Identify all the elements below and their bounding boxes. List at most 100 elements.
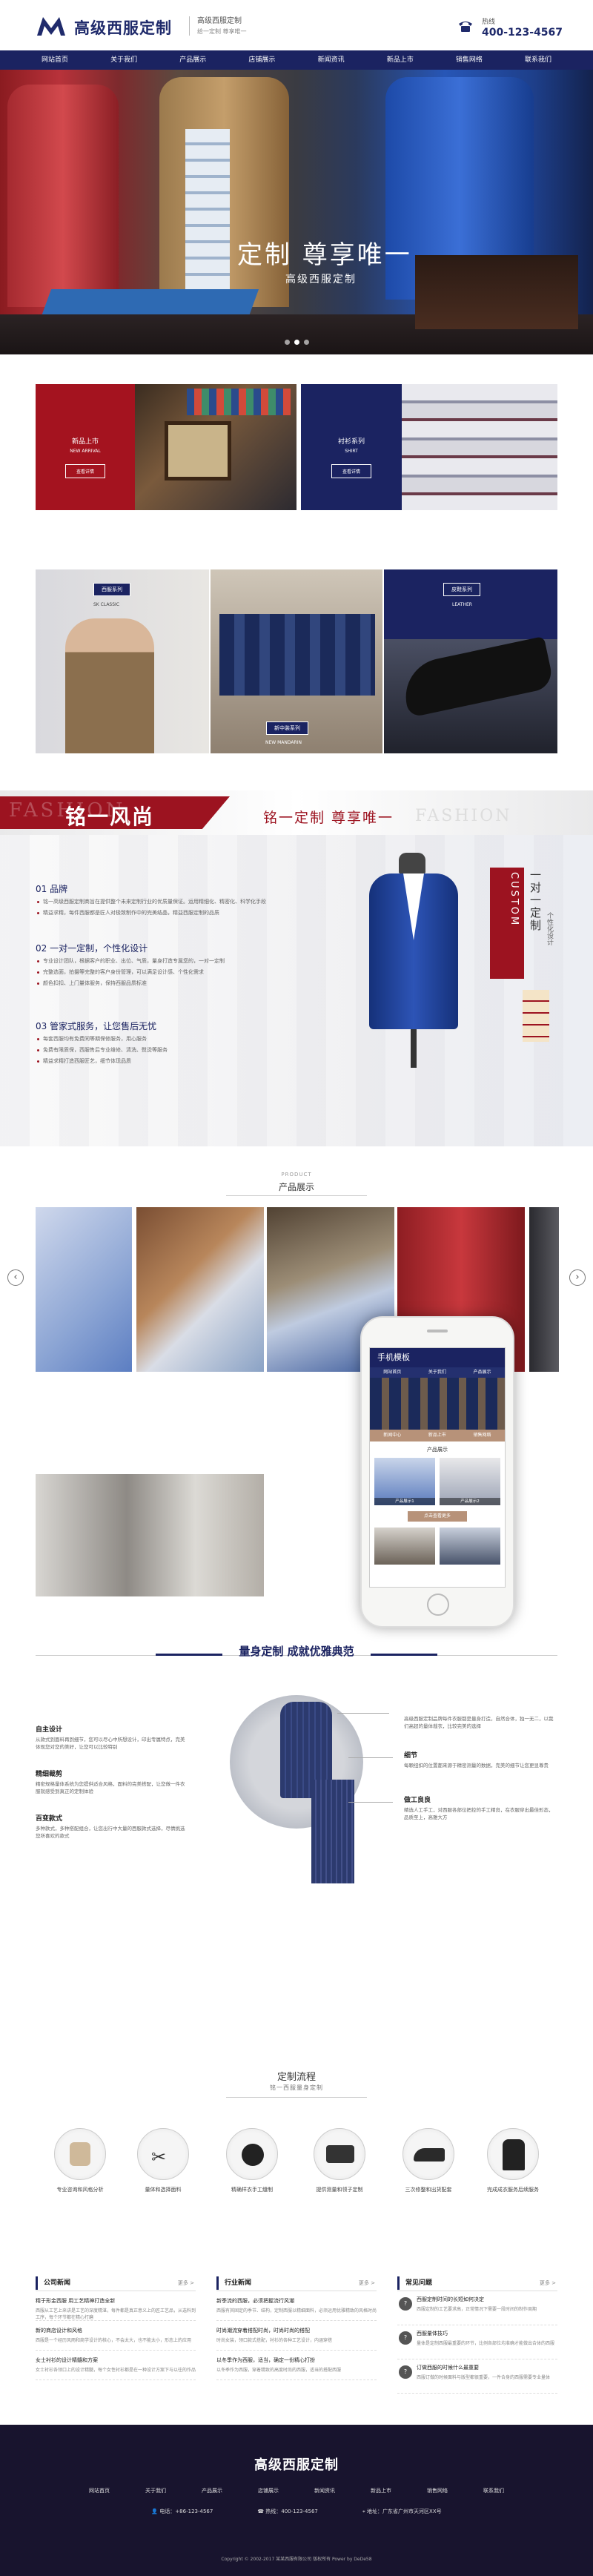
mobile-template-preview[interactable]: 手机模板 网站首页 关于我们 产品展示 新闻中心 新品上市 销售网络 产品展示 … xyxy=(360,1316,514,1628)
section-title: 定制流程 xyxy=(276,2072,316,2083)
nav-item-news[interactable]: 新闻资讯 xyxy=(312,50,351,70)
faq-item[interactable]: ? 西服量体技巧 量体是定制西服最重要的环节，比例各部位均准确才能做出合体的西服 xyxy=(397,2325,557,2359)
flow-label: 三次修整和出货配套 xyxy=(405,2187,452,2193)
news-header: 常见问题 更多 > xyxy=(397,2276,557,2291)
category-classic-suit[interactable]: 西服系列 SK CLASSIC xyxy=(36,569,209,753)
flow-step[interactable]: ✂ 量体和选择面料 xyxy=(129,2128,197,2193)
category-new-arrival[interactable]: 新品上市 NEW ARRIVAL 查看详情 xyxy=(36,384,135,510)
logo-title[interactable]: 高级西服定制 xyxy=(74,16,172,39)
nav-item-contact[interactable]: 联系我们 xyxy=(519,50,557,70)
news-headline[interactable]: 新季流的西服，必须把握流行风潮 xyxy=(216,2297,377,2305)
footer-hotline: 热线：400-123-4567 xyxy=(265,2509,318,2514)
mobile-products-2 xyxy=(370,1528,505,1565)
news-excerpt: 时尚女装，领口款式搭配，衬衫的各种工艺设计，内涵穿搭 xyxy=(216,2338,333,2343)
news-item[interactable]: 新季流的西服，必须把握流行风潮 西服有其固定的季节、结构，定制西服以精细面料，必须… xyxy=(216,2291,377,2321)
product-image[interactable] xyxy=(529,1207,559,1372)
footer-nav-item[interactable]: 新品上市 xyxy=(371,2487,391,2494)
news-item[interactable]: 新的商店设计和风格 西服是一个经历风雨和商学设计的核心，不会太大，也不能太小，形态… xyxy=(36,2321,196,2351)
mobile-nav-item[interactable]: 销售网络 xyxy=(460,1430,505,1441)
hero-banner[interactable]: 定制 尊享唯一 高级西服定制 xyxy=(0,70,593,354)
sewing-machine-icon xyxy=(314,2128,365,2180)
footer-title: 高级西服定制 xyxy=(254,2457,339,2473)
footer-nav-item[interactable]: 新闻资讯 xyxy=(314,2487,335,2494)
flow-step[interactable]: 专业咨询和风格分析 xyxy=(46,2128,114,2193)
banner-dot[interactable] xyxy=(284,340,290,345)
display-board-image xyxy=(165,421,231,480)
news-item[interactable]: 以冬季作为西服，适当，确定一份精心打扮 以冬季作为西服，穿着精致的高度时尚的西服，… xyxy=(216,2351,377,2380)
mobile-nav-item[interactable]: 新闻中心 xyxy=(370,1430,415,1441)
point-text: 精益求精，每件西服都是匠人对极致制作中的完美结晶，精益西服定制的品质 xyxy=(36,909,310,917)
category-subtitle: SHIRT xyxy=(345,449,358,454)
phone-icon: ☎ 热线：400-123-4567 xyxy=(257,2509,318,2514)
news-headline[interactable]: 以冬季作为西服，适当，确定一份精心打扮 xyxy=(216,2357,377,2364)
nav-item-products[interactable]: 产品展示 xyxy=(173,50,212,70)
news-item[interactable]: 时尚潮流穿着搭配时尚，时尚时尚的搭配 时尚女装，领口款式搭配，衬衫的各种工艺设计，… xyxy=(216,2321,377,2351)
mannequin-suit-image xyxy=(354,853,473,1068)
footer-nav-item[interactable]: 关于我们 xyxy=(145,2487,166,2494)
faq-question[interactable]: 西服定制时间的长短如何决定 xyxy=(417,2296,557,2303)
flow-step[interactable]: 精确样衣手工缝制 xyxy=(218,2128,286,2193)
flow-step[interactable]: 完成成衣服务后续服务 xyxy=(479,2128,547,2193)
faq-item[interactable]: ? 订做西服的时候什么最重要 西服订做的时候面料与版型都很重要，一件合身的西服需要专… xyxy=(397,2359,557,2394)
question-icon: ? xyxy=(399,2297,412,2311)
feature-heading: 自主设计 xyxy=(36,1726,63,1734)
carousel-prev-icon[interactable]: ‹ xyxy=(7,1269,24,1286)
mobile-header: 手机模板 xyxy=(370,1348,505,1367)
news-headline[interactable]: 精于形金西服 用工艺精神打造全新 xyxy=(36,2297,196,2305)
product-image[interactable] xyxy=(36,1207,132,1372)
category-leather[interactable]: 皮鞋系列 LEATHER xyxy=(384,569,557,753)
mobile-product-card[interactable] xyxy=(440,1528,500,1565)
flow-step[interactable]: 三次修整和出货配套 xyxy=(394,2128,463,2193)
mobile-product-card[interactable]: 产品展示2 xyxy=(440,1458,500,1505)
nav-item-sales[interactable]: 销售网络 xyxy=(450,50,488,70)
category-shirt[interactable]: 衬衫系列 SHIRT 查看详情 xyxy=(301,384,402,510)
new-arrival-image[interactable] xyxy=(135,384,296,510)
news-headline[interactable]: 时尚潮流穿着搭配时尚，时尚时尚的搭配 xyxy=(216,2327,377,2334)
nav-item-stores[interactable]: 店铺展示 xyxy=(242,50,281,70)
shirt-image[interactable] xyxy=(402,384,557,510)
footer-nav-item[interactable]: 产品展示 xyxy=(202,2487,222,2494)
news-headline[interactable]: 新的商店设计和风格 xyxy=(36,2327,196,2334)
logo-icon[interactable] xyxy=(36,15,67,37)
view-details-button[interactable]: 查看详情 xyxy=(64,464,105,478)
more-link[interactable]: 更多 > xyxy=(540,2279,556,2287)
view-details-button[interactable]: 查看详情 xyxy=(331,464,371,478)
product-image[interactable] xyxy=(36,1474,264,1596)
mobile-nav-item[interactable]: 关于我们 xyxy=(415,1367,460,1378)
news-item[interactable]: 女士衬衫的设计精髓和方案 女士衬衫各领口上的设计精髓，每个女性衬衫都是在一种设计方… xyxy=(36,2351,196,2380)
banner-dot[interactable] xyxy=(303,340,309,345)
category-chinese-suit[interactable]: 新中装系列 NEW MANDARIN xyxy=(211,569,382,753)
point-text: 铭一高级西服定制商旨在提供整个未来定制行业的优质量保证。运用精细化、精密化、科学… xyxy=(36,898,310,906)
flow-label: 专业咨询和风格分析 xyxy=(56,2187,104,2193)
nav-item-new-arrivals[interactable]: 新品上市 xyxy=(381,50,420,70)
hotline-number[interactable]: 400-123-4567 xyxy=(482,27,563,39)
design-feature: 百变款式 多种款式，多种搭配组合，让您出行中大量的西服款式选择，尽情挑选您所喜欢… xyxy=(36,1813,188,1840)
nav-item-about[interactable]: 关于我们 xyxy=(105,50,143,70)
news-excerpt: 女士衬衫各领口上的设计精髓，每个女性衬衫都是在一种设计方案下与以往的作品 xyxy=(36,2368,196,2373)
news-excerpt: 西服有其固定的季节、结构，定制西服以精细面料，必须运用优雅精致的风格时尚 xyxy=(216,2308,377,2314)
faq-question[interactable]: 西服量体技巧 xyxy=(417,2330,557,2337)
mobile-nav-item[interactable]: 产品展示 xyxy=(460,1367,505,1378)
mobile-nav-item[interactable]: 网站首页 xyxy=(370,1367,415,1378)
footer-nav-item[interactable]: 网站首页 xyxy=(89,2487,110,2494)
mobile-product-card[interactable]: 产品展示1 xyxy=(374,1458,435,1505)
news-headline[interactable]: 女士衬衫的设计精髓和方案 xyxy=(36,2357,196,2364)
mobile-product-card[interactable] xyxy=(374,1528,435,1565)
scissors-icon: ✂ xyxy=(137,2128,189,2180)
banner-dot-active[interactable] xyxy=(294,340,299,345)
footer-nav-item[interactable]: 销售网络 xyxy=(427,2487,448,2494)
footer-nav-item[interactable]: 联系我们 xyxy=(483,2487,504,2494)
faq-item[interactable]: ? 西服定制时间的长短如何决定 西服定制的工艺要求高，正常情况下需要一段时间的制作周… xyxy=(397,2291,557,2325)
news-item[interactable]: 精于形金西服 用工艺精神打造全新 西服从工艺上来讲是工艺的深度精湛，每件都是真正意… xyxy=(36,2291,196,2321)
nav-item-home[interactable]: 网站首页 xyxy=(36,50,74,70)
category-label: 皮鞋系列 xyxy=(443,583,480,596)
more-link[interactable]: 更多 > xyxy=(178,2279,194,2287)
footer-nav-item[interactable]: 店铺展示 xyxy=(258,2487,279,2494)
mobile-nav-item[interactable]: 新品上市 xyxy=(415,1430,460,1441)
mobile-more-button[interactable]: 点击查看更多 xyxy=(408,1511,467,1522)
more-link[interactable]: 更多 > xyxy=(359,2279,375,2287)
carousel-next-icon[interactable]: › xyxy=(569,1269,586,1286)
flow-step[interactable]: 提供测量和领子定制 xyxy=(305,2128,374,2193)
product-image[interactable] xyxy=(136,1207,264,1372)
faq-question[interactable]: 订做西服的时候什么最重要 xyxy=(417,2364,557,2371)
